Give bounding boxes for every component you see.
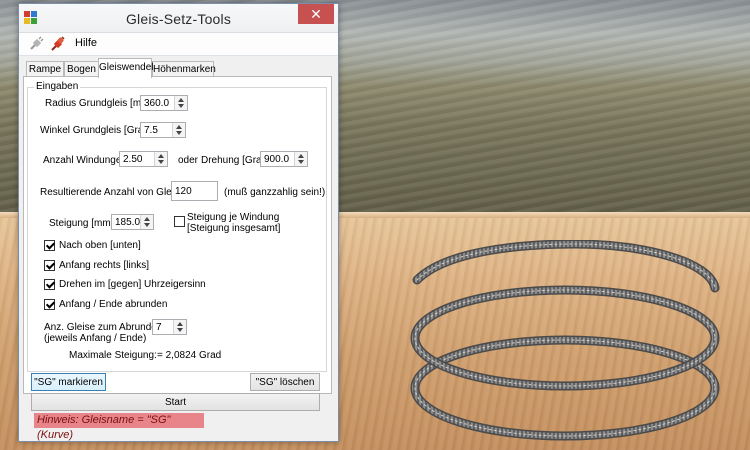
round-count-label-2: (jeweils Anfang / Ende) [44, 333, 147, 344]
clockwise-label: Drehen im [gegen] Uhrzeigersinn [59, 279, 206, 290]
windings-spinner[interactable] [154, 152, 167, 166]
start-right-label: Anfang rechts [links] [59, 260, 150, 271]
max-slope-value: = 2,0824 Grad [157, 350, 222, 361]
radius-input[interactable]: 360.0 [140, 95, 188, 111]
windings-input[interactable]: 2.50 [119, 151, 168, 167]
up-label: Nach oben [unten] [59, 240, 141, 251]
round-count-input[interactable]: 7 [152, 319, 187, 335]
angle-spinner[interactable] [172, 123, 185, 137]
track-helix-model [410, 240, 720, 441]
result-note: (muß ganzzahlig sein!) [224, 187, 326, 198]
slope-input[interactable]: 185.0 [111, 214, 154, 230]
tab-hoehenmarken[interactable]: Höhenmarken [152, 61, 216, 77]
slope-per-winding-label-2: [Steigung insgesamt] [187, 223, 281, 234]
result-label: Resultierende Anzahl von Gleisen: [40, 187, 193, 198]
radius-label: Radius Grundgleis [mm]: [45, 98, 156, 109]
result-field[interactable]: 120 [171, 181, 218, 201]
round-count-spinner[interactable] [173, 320, 186, 334]
group-label: Eingaben [34, 81, 81, 92]
angle-input[interactable]: 7.5 [140, 122, 186, 138]
max-slope-label: Maximale Steigung: [69, 350, 157, 361]
up-checkbox[interactable] [44, 240, 55, 251]
angle-label: Winkel Grundgleis [Grad]: [40, 125, 155, 136]
rotation-spinner[interactable] [294, 152, 307, 166]
mark-sg-button[interactable]: "SG" markieren [31, 373, 106, 391]
slope-label: Steigung [mm]: [49, 218, 117, 229]
slope-spinner[interactable] [140, 215, 153, 229]
delete-sg-button[interactable]: "SG" löschen [250, 373, 320, 391]
tab-rampe[interactable]: Rampe [26, 61, 64, 77]
tab-bogen[interactable]: Bogen [64, 61, 99, 77]
round-count-label-1: Anz. Gleise zum Abrunden [44, 322, 163, 333]
radius-spinner[interactable] [174, 96, 187, 110]
windings-label: Anzahl Windungen: [43, 155, 130, 166]
hint-banner: Hinweis: Gleisname = "SG" (Kurve) [34, 413, 204, 441]
round-ends-label: Anfang / Ende abrunden [59, 299, 168, 310]
window-content: Rampe Bogen Gleiswendel Höhenmarken Eing… [18, 3, 337, 440]
slope-per-winding-checkbox[interactable] [174, 216, 185, 227]
start-right-checkbox[interactable] [44, 260, 55, 271]
rotation-input[interactable]: 900.0 [260, 151, 308, 167]
start-button[interactable]: Start [31, 393, 320, 411]
clockwise-checkbox[interactable] [44, 279, 55, 290]
or-label: oder [178, 155, 199, 166]
slope-per-winding-label-1: Steigung je Windung [187, 212, 280, 223]
tab-gleiswendel[interactable]: Gleiswendel [98, 58, 153, 78]
round-ends-checkbox[interactable] [44, 299, 55, 310]
